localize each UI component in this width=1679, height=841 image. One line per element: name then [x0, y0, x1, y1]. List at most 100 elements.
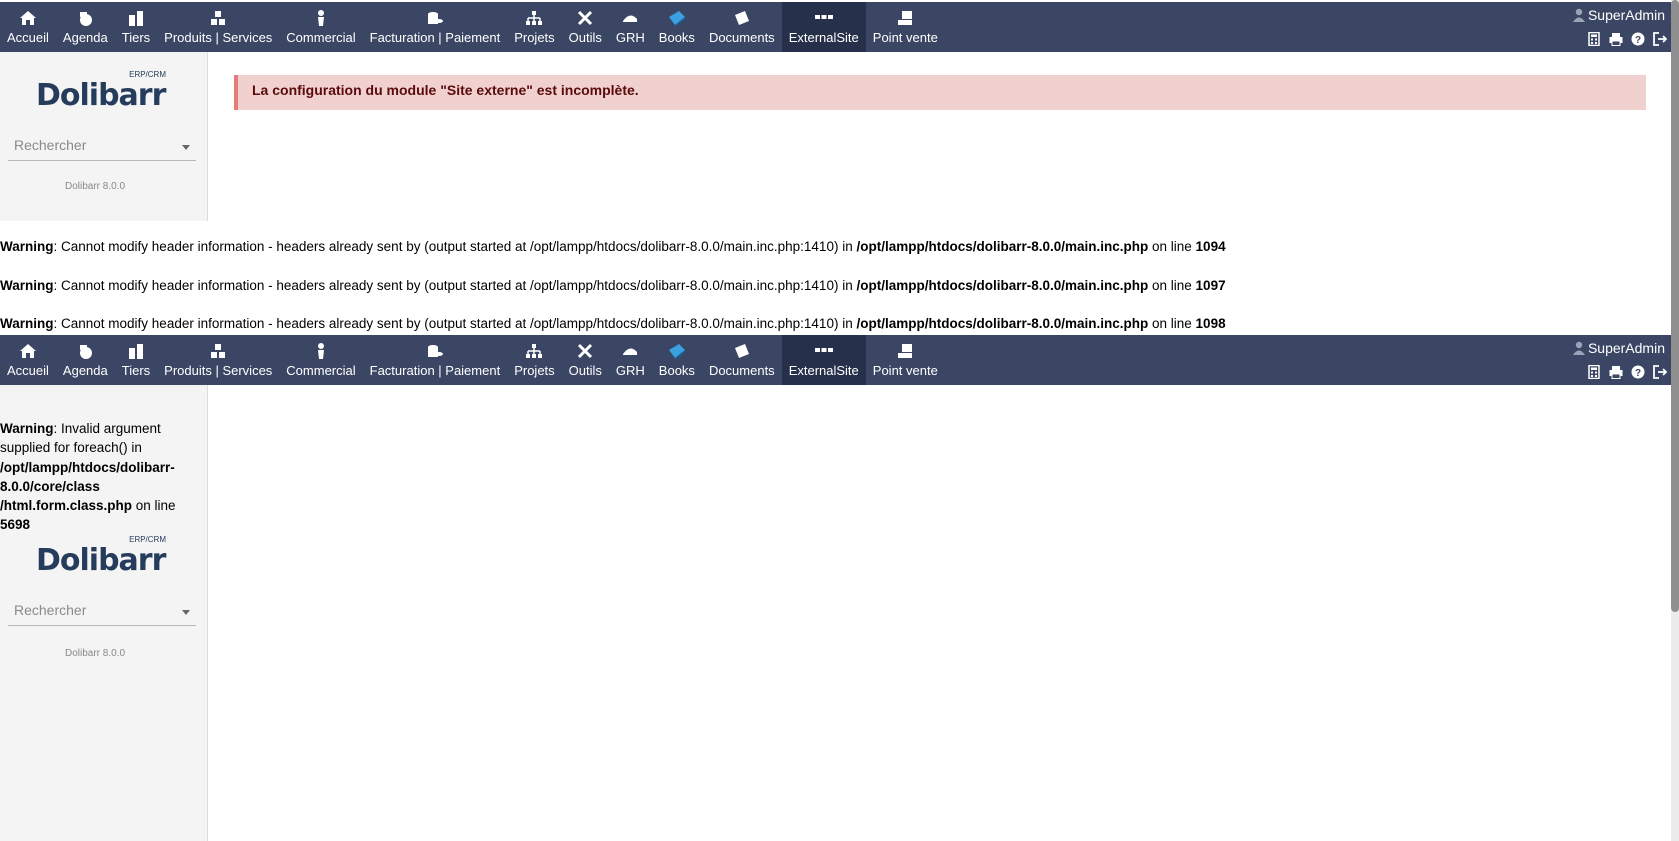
- billing-icon: [427, 12, 443, 24]
- menu-item-pointvente[interactable]: Point vente: [866, 335, 945, 385]
- menu-item-externalsite[interactable]: ExternalSite: [781, 335, 866, 385]
- vertical-scrollbar[interactable]: [1671, 0, 1679, 841]
- warning-file: /opt/lampp/htdocs/dolibarr-8.0.0/main.in…: [856, 278, 1149, 293]
- menu-item-books[interactable]: Books: [652, 2, 702, 52]
- warning-file: /opt/lampp/htdocs/dolibarr-8.0.0/main.in…: [856, 316, 1149, 331]
- menu-item-commercial[interactable]: Commercial: [279, 335, 362, 385]
- menu-label: GRH: [615, 363, 645, 378]
- menu-item-documents[interactable]: Documents: [702, 2, 782, 52]
- warning-line: 1094: [1195, 239, 1226, 254]
- svg-text:?: ?: [1635, 368, 1641, 379]
- menu-label: ExternalSite: [788, 30, 859, 45]
- user-menu[interactable]: SuperAdmin: [1572, 340, 1665, 356]
- warning-online: on line: [132, 498, 176, 514]
- search-select[interactable]: Rechercher: [8, 596, 196, 626]
- chevron-down-icon: [182, 610, 190, 615]
- menu-item-documents[interactable]: Documents: [702, 335, 782, 385]
- commercial-icon: [317, 10, 324, 26]
- user-name: SuperAdmin: [1587, 340, 1665, 356]
- warning-text: : Cannot modify header information - hea…: [53, 239, 857, 254]
- user-name: SuperAdmin: [1587, 7, 1665, 23]
- menu-item-pointvente[interactable]: Point vente: [866, 2, 945, 52]
- menu-item-agenda[interactable]: Agenda: [56, 335, 115, 385]
- menu-item-outils[interactable]: Outils: [562, 335, 609, 385]
- print-icon[interactable]: [1609, 365, 1623, 379]
- dolibarr-logo[interactable]: Dolibarr ERP/CRM: [36, 70, 170, 113]
- logo-tagline: ERP/CRM: [129, 70, 166, 79]
- left-panel: Dolibarr ERP/CRM Rechercher Dolibarr 8.0…: [0, 52, 208, 221]
- menu-label: Documents: [708, 30, 775, 45]
- menu-item-commercial[interactable]: Commercial: [279, 2, 362, 52]
- menu-item-books[interactable]: Books: [652, 335, 702, 385]
- dolibarr-logo[interactable]: Dolibarr ERP/CRM: [36, 535, 170, 578]
- logout-icon[interactable]: [1653, 365, 1667, 379]
- projects-icon: [526, 344, 543, 358]
- hrm-icon: [623, 15, 638, 22]
- menu-label: Tiers: [121, 363, 151, 378]
- warning-file: /opt/lampp/htdocs/dolibarr-8.0.0/main.in…: [856, 239, 1149, 254]
- logout-icon[interactable]: [1653, 32, 1667, 46]
- logo-word: Dolibarr: [36, 543, 166, 578]
- version-label: Dolibarr 8.0.0: [64, 181, 126, 192]
- menu-item-facturation[interactable]: Facturation | Paiement: [363, 335, 508, 385]
- menu-label: Facturation | Paiement: [369, 363, 501, 378]
- externalsite-icon: [814, 15, 833, 19]
- menu-label: Accueil: [7, 363, 49, 378]
- top-tools: ?: [1587, 32, 1667, 46]
- menu-label: Tiers: [121, 30, 151, 45]
- menu-label: Outils: [568, 363, 602, 378]
- help-icon[interactable]: ?: [1631, 365, 1645, 379]
- warning-label: Warning: [0, 316, 54, 331]
- menu-label: Projets: [514, 363, 555, 378]
- menu-label: Produits | Services: [164, 363, 273, 378]
- search-select[interactable]: Rechercher: [8, 131, 196, 161]
- menu-item-tiers[interactable]: Tiers: [115, 335, 157, 385]
- help-icon[interactable]: ?: [1631, 32, 1645, 46]
- menu-label: Projets: [514, 30, 555, 45]
- agenda-icon: [80, 12, 93, 26]
- php-warning: Warning: Cannot modify header informatio…: [0, 316, 1226, 331]
- scrollbar-thumb[interactable]: [1671, 0, 1679, 612]
- menu-label: Agenda: [62, 30, 108, 45]
- top-tools: ?: [1587, 365, 1667, 379]
- menu-item-externalsite[interactable]: ExternalSite: [781, 2, 866, 52]
- main-menu: Accueil Agenda Tiers Produits | Services…: [0, 335, 945, 385]
- menu-item-accueil[interactable]: Accueil: [0, 335, 56, 385]
- menu-label: Produits | Services: [164, 30, 273, 45]
- pos-icon: [898, 344, 913, 358]
- pos-icon: [898, 11, 913, 25]
- print-icon[interactable]: [1609, 32, 1623, 46]
- php-warning-foreach: Warning: Invalid argument supplied for f…: [0, 419, 200, 535]
- menu-item-projets[interactable]: Projets: [507, 2, 561, 52]
- calculator-icon[interactable]: [1587, 32, 1601, 46]
- menu-item-projets[interactable]: Projets: [507, 335, 561, 385]
- billing-icon: [427, 345, 443, 357]
- user-icon: [1572, 8, 1585, 22]
- menu-item-agenda[interactable]: Agenda: [56, 2, 115, 52]
- menu-item-tiers[interactable]: Tiers: [115, 2, 157, 52]
- menu-item-facturation[interactable]: Facturation | Paiement: [363, 2, 508, 52]
- php-warning: Warning: Cannot modify header informatio…: [0, 239, 1226, 254]
- books-icon: [668, 344, 685, 360]
- home-icon: [19, 11, 36, 25]
- php-warning: Warning: Cannot modify header informatio…: [0, 278, 1226, 293]
- warning-label: Warning: [0, 239, 54, 254]
- warning-online: on line: [1148, 239, 1196, 254]
- alert-message: La configuration du module "Site externe…: [252, 82, 639, 98]
- menu-item-outils[interactable]: Outils: [562, 2, 609, 52]
- menu-item-produits[interactable]: Produits | Services: [157, 2, 279, 52]
- calculator-icon[interactable]: [1587, 365, 1601, 379]
- menu-item-grh[interactable]: GRH: [609, 335, 652, 385]
- products-icon: [211, 11, 226, 25]
- menu-item-accueil[interactable]: Accueil: [0, 2, 56, 52]
- products-icon: [211, 344, 226, 358]
- logo-tagline: ERP/CRM: [129, 535, 166, 544]
- error-alert: La configuration du module "Site externe…: [234, 75, 1646, 110]
- menu-label: Commercial: [286, 363, 356, 378]
- search-placeholder: Rechercher: [14, 137, 87, 153]
- main-menu: Accueil Agenda Tiers Produits | Services…: [0, 2, 945, 52]
- user-menu[interactable]: SuperAdmin: [1572, 7, 1665, 23]
- company-icon: [128, 344, 143, 359]
- menu-item-produits[interactable]: Produits | Services: [157, 335, 279, 385]
- menu-item-grh[interactable]: GRH: [609, 2, 652, 52]
